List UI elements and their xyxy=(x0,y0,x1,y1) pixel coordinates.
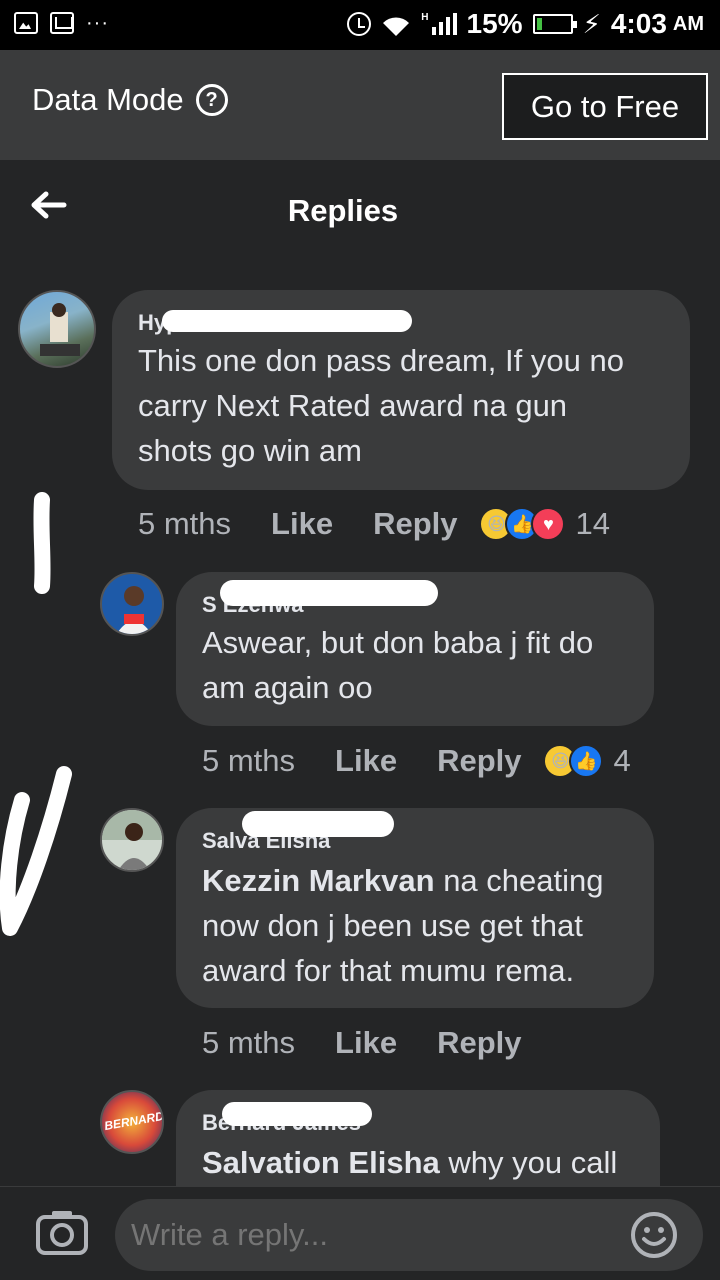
data-mode-text: Data Mode xyxy=(32,82,184,117)
redaction-mark xyxy=(220,580,438,606)
clock: 4:03 xyxy=(610,8,667,39)
comment-line-rest: na cheating xyxy=(434,863,604,898)
comment-text: Kezzin Markvan na cheating now don j bee… xyxy=(202,858,604,993)
mention-link[interactable]: Salvation Elisha xyxy=(202,1145,440,1180)
go-to-free-button[interactable]: Go to Free xyxy=(502,73,708,140)
reactions[interactable]: 😆 👍 ♥ 14 xyxy=(479,506,610,542)
comment-time: 5 mths xyxy=(202,743,296,778)
redaction-mark xyxy=(242,811,394,837)
more-notifications-icon: ··· xyxy=(86,12,109,34)
signal-icon: H xyxy=(421,13,457,35)
data-mode-bar: Data Mode ? Go to Free xyxy=(0,50,720,160)
status-bar: ··· H 15% ⚡ 4:03 AM xyxy=(0,0,720,50)
comment-bubble[interactable]: Hype Gu This one don pass dream, If you … xyxy=(112,290,690,490)
love-reaction-icon: ♥ xyxy=(531,507,566,541)
reaction-count: 14 xyxy=(575,506,610,541)
clock-ampm: AM xyxy=(672,12,704,35)
avatar-logo-text: BERNARD xyxy=(103,1108,164,1134)
like-button[interactable]: Like xyxy=(335,743,397,779)
mail-notification-icon xyxy=(50,12,74,34)
avatar[interactable] xyxy=(100,808,164,872)
data-mode-label: Data Mode ? xyxy=(32,82,228,118)
battery-icon xyxy=(532,14,577,34)
comment-line: Kezzin Markvan na cheating xyxy=(202,858,604,903)
help-icon[interactable]: ? xyxy=(195,84,228,116)
comment-text: This one don pass dream, If you no carry… xyxy=(138,338,624,473)
mention-link[interactable]: Kezzin Markvan xyxy=(202,863,435,898)
comment-bubble[interactable]: Salva Elisha Kezzin Markvan na cheating … xyxy=(176,808,654,1008)
comment-line: carry Next Rated award na gun xyxy=(138,388,568,423)
reply-composer xyxy=(0,1186,720,1280)
scribble-mark xyxy=(0,766,72,936)
comment-line: Salvation Elisha why you call xyxy=(202,1140,617,1185)
like-reaction-icon: 👍 xyxy=(569,744,604,778)
alarm-icon xyxy=(347,12,372,36)
battery-percent: 15% xyxy=(466,8,523,39)
scribble-mark xyxy=(33,492,51,594)
avatar[interactable] xyxy=(100,572,164,636)
page-title: Replies xyxy=(287,193,399,228)
comment-actions: 5 mths Like Reply xyxy=(202,1025,521,1061)
comment-line-rest: why you call xyxy=(439,1145,618,1180)
reply-button[interactable]: Reply xyxy=(437,743,521,779)
replies-header: Replies xyxy=(0,160,720,260)
like-button[interactable]: Like xyxy=(271,506,333,542)
redaction-mark xyxy=(222,1102,372,1126)
comment-line: award for that mumu rema. xyxy=(202,953,575,988)
comment-line: am again oo xyxy=(202,670,373,705)
avatar[interactable]: BERNARD xyxy=(100,1090,164,1154)
reactions[interactable]: 😆 👍 4 xyxy=(543,743,631,779)
comment-time: 5 mths xyxy=(202,1025,296,1060)
comment-text: Aswear, but don baba j fit do am again o… xyxy=(202,620,593,710)
gallery-notification-icon xyxy=(14,12,38,34)
comment-line: now don j been use get that xyxy=(202,908,583,943)
reaction-count: 4 xyxy=(613,743,631,778)
camera-icon[interactable] xyxy=(36,1209,88,1255)
charging-icon: ⚡ xyxy=(582,8,601,39)
emoji-icon[interactable] xyxy=(630,1211,678,1259)
comment-actions: 5 mths Like Reply 😆 👍 ♥ 14 xyxy=(138,506,610,542)
comment-line: Aswear, but don baba j fit do xyxy=(202,625,594,660)
like-button[interactable]: Like xyxy=(335,1025,397,1061)
redaction-mark xyxy=(162,310,412,332)
comment-time: 5 mths xyxy=(138,506,232,541)
wifi-icon xyxy=(381,13,411,36)
avatar[interactable] xyxy=(18,290,96,368)
comment-bubble[interactable]: S Ezenwa Aswear, but don baba j fit do a… xyxy=(176,572,654,726)
reply-button[interactable]: Reply xyxy=(373,506,457,542)
comment-line: shots go win am xyxy=(138,433,362,468)
reply-input[interactable] xyxy=(115,1199,703,1271)
comment-actions: 5 mths Like Reply 😆 👍 4 xyxy=(202,743,631,779)
comment-line: This one don pass dream, If you no xyxy=(138,343,624,378)
comment-text: Salvation Elisha why you call xyxy=(202,1140,617,1185)
reply-button[interactable]: Reply xyxy=(437,1025,521,1061)
